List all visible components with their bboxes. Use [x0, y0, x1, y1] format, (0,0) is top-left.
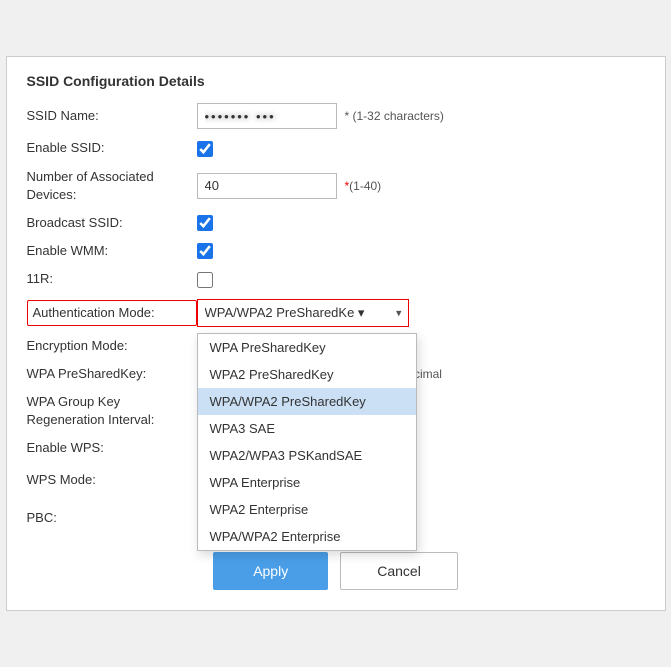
enable-wmm-checkbox[interactable]: [197, 243, 213, 259]
enable-wmm-label: Enable WMM:: [27, 242, 197, 260]
wps-mode-label: WPS Mode:: [27, 471, 197, 489]
cancel-button[interactable]: Cancel: [340, 552, 458, 590]
enable-wps-label: Enable WPS:: [27, 439, 197, 457]
num-associated-hint: *(1-40): [345, 179, 382, 193]
enable-wmm-control: [197, 243, 645, 259]
dropdown-item-wpa2-wpa3-psk[interactable]: WPA2/WPA3 PSKandSAE: [198, 442, 416, 469]
num-associated-input[interactable]: [197, 173, 337, 199]
enable-ssid-row: Enable SSID:: [27, 139, 645, 157]
wpa-psk-label: WPA PreSharedKey:: [27, 365, 197, 383]
ssid-name-input[interactable]: [197, 103, 337, 129]
auth-mode-select[interactable]: WPA/WPA2 PreSharedKe ▾: [198, 300, 408, 326]
broadcast-ssid-row: Broadcast SSID:: [27, 214, 645, 232]
r11-control: [197, 272, 645, 288]
broadcast-ssid-checkbox[interactable]: [197, 215, 213, 231]
r11-label: 11R:: [27, 270, 197, 288]
panel-title: SSID Configuration Details: [27, 73, 645, 89]
dropdown-item-wpa3-sae[interactable]: WPA3 SAE: [198, 415, 416, 442]
auth-mode-row: Authentication Mode: WPA/WPA2 PreSharedK…: [27, 299, 645, 327]
num-associated-control: *(1-40): [197, 173, 645, 199]
broadcast-ssid-control: [197, 215, 645, 231]
enable-ssid-label: Enable SSID:: [27, 139, 197, 157]
dropdown-item-wpa-enterprise[interactable]: WPA Enterprise: [198, 469, 416, 496]
enable-wmm-row: Enable WMM:: [27, 242, 645, 260]
broadcast-ssid-label: Broadcast SSID:: [27, 214, 197, 232]
dropdown-item-wpa2-psk[interactable]: WPA2 PreSharedKey: [198, 361, 416, 388]
ssid-name-row: SSID Name: * (1-32 characters): [27, 103, 645, 129]
ssid-name-label: SSID Name:: [27, 107, 197, 125]
enable-ssid-control: [197, 141, 645, 157]
auth-select-wrapper: WPA/WPA2 PreSharedKe ▾: [197, 299, 409, 327]
auth-mode-control: WPA/WPA2 PreSharedKe ▾: [197, 299, 645, 327]
auth-mode-dropdown: WPA PreSharedKey WPA2 PreSharedKey WPA/W…: [197, 333, 417, 551]
num-associated-row: Number of Associated Devices: *(1-40): [27, 168, 645, 204]
dropdown-item-wpa-wpa2-psk[interactable]: WPA/WPA2 PreSharedKey: [198, 388, 416, 415]
ssid-name-control: * (1-32 characters): [197, 103, 645, 129]
enable-ssid-checkbox[interactable]: [197, 141, 213, 157]
auth-mode-select-wrapper: WPA/WPA2 PreSharedKe ▾: [198, 300, 408, 326]
dropdown-item-wpa-psk[interactable]: WPA PreSharedKey: [198, 334, 416, 361]
action-row: Apply Cancel: [27, 552, 645, 590]
num-associated-label: Number of Associated Devices:: [27, 168, 197, 204]
dropdown-item-wpa2-enterprise[interactable]: WPA2 Enterprise: [198, 496, 416, 523]
ssid-name-hint: * (1-32 characters): [345, 109, 444, 123]
r11-checkbox[interactable]: [197, 272, 213, 288]
dropdown-item-wpa-wpa2-enterprise[interactable]: WPA/WPA2 Enterprise: [198, 523, 416, 550]
ssid-config-panel: SSID Configuration Details SSID Name: * …: [6, 56, 666, 610]
auth-mode-label: Authentication Mode:: [27, 300, 197, 326]
wpa-group-key-label: WPA Group Key Regeneration Interval:: [27, 393, 197, 429]
pbc-label: PBC:: [27, 509, 197, 527]
apply-button[interactable]: Apply: [213, 552, 328, 590]
r11-row: 11R:: [27, 270, 645, 288]
encryption-mode-label: Encryption Mode:: [27, 337, 197, 355]
